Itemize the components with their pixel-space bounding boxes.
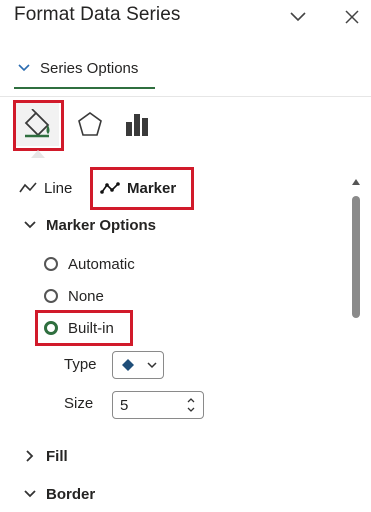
section-fill-label: Fill <box>46 447 68 465</box>
chevron-right-icon <box>26 450 34 462</box>
tab-series-options[interactable] <box>116 102 160 146</box>
radio-built-in-label: Built-in <box>68 319 114 337</box>
tab-effects[interactable] <box>68 102 112 146</box>
series-options-dropdown[interactable]: Series Options <box>18 56 138 80</box>
section-border-label: Border <box>46 485 96 503</box>
bar-chart-icon <box>126 114 148 136</box>
chevron-down-icon <box>24 490 36 498</box>
paint-bucket-icon <box>24 109 50 138</box>
type-label: Type <box>64 356 97 373</box>
chevron-down-icon <box>18 64 30 72</box>
marker-line-icon <box>100 182 120 194</box>
radio-none-label: None <box>68 287 104 305</box>
pane-options-button[interactable] <box>287 6 309 28</box>
series-options-underline <box>14 87 155 89</box>
close-icon <box>345 10 359 24</box>
radio-none[interactable]: None <box>44 285 104 307</box>
divider <box>0 96 371 97</box>
tab-marker[interactable]: Marker <box>100 178 176 198</box>
marker-type-select[interactable] <box>112 351 164 379</box>
chevron-down-icon <box>290 12 306 22</box>
size-spinner[interactable] <box>184 393 198 417</box>
chevron-up-icon[interactable] <box>187 397 195 403</box>
tab-line[interactable]: Line <box>19 178 72 198</box>
scrollbar-thumb[interactable] <box>352 196 360 318</box>
marker-diamond-icon <box>122 359 134 371</box>
pentagon-icon <box>78 112 102 136</box>
marker-size-value: 5 <box>120 396 129 414</box>
section-border[interactable]: Border <box>22 483 95 505</box>
series-options-label: Series Options <box>40 59 139 77</box>
chevron-down-icon[interactable] <box>187 407 195 413</box>
triangle-up-icon <box>352 179 360 185</box>
radio-automatic[interactable]: Automatic <box>44 253 135 275</box>
tab-fill-line[interactable] <box>15 102 59 146</box>
size-label: Size <box>64 395 94 412</box>
section-fill[interactable]: Fill <box>22 445 68 467</box>
radio-button[interactable] <box>44 257 58 271</box>
scroll-up-button[interactable] <box>350 176 362 188</box>
chevron-down-icon <box>24 221 36 229</box>
radio-automatic-label: Automatic <box>68 255 135 273</box>
chevron-down-icon <box>147 361 157 368</box>
section-marker-options-label: Marker Options <box>46 216 157 234</box>
tab-indicator <box>31 150 45 158</box>
marker-size-field[interactable]: 5 <box>112 391 204 419</box>
section-marker-options[interactable]: Marker Options <box>22 214 156 236</box>
pane-title: Format Data Series <box>14 4 181 25</box>
radio-button[interactable] <box>44 289 58 303</box>
radio-button-checked[interactable] <box>44 321 58 335</box>
radio-built-in[interactable]: Built-in <box>44 317 114 339</box>
line-icon <box>19 182 37 193</box>
tab-marker-label: Marker <box>127 179 177 197</box>
close-button[interactable] <box>341 6 363 28</box>
tab-line-label: Line <box>44 179 73 197</box>
